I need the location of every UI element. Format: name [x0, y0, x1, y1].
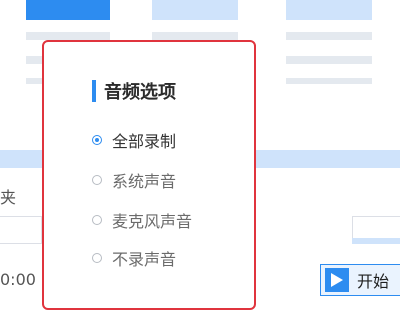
stripe: [286, 56, 372, 64]
option-record-all[interactable]: 全部录制: [92, 128, 176, 152]
audio-options-title: 音频选项: [104, 82, 176, 103]
option-label: 全部录制: [112, 132, 177, 151]
option-microphone-audio[interactable]: 麦克风声音: [92, 208, 192, 232]
start-recording-button[interactable]: 开始: [320, 264, 400, 296]
timer-display: 0:00: [0, 270, 36, 289]
radio-checked-icon[interactable]: [92, 135, 102, 145]
stripe: [26, 32, 110, 40]
option-label: 不录声音: [112, 250, 177, 269]
stripe: [286, 32, 372, 40]
right-field-underline: [352, 238, 400, 244]
option-system-audio[interactable]: 系统声音: [92, 168, 176, 192]
audio-options-popup: 音频选项 全部录制 系统声音 麦克风声音 不录声音: [42, 40, 256, 310]
panel-title: 音频选项: [92, 78, 176, 104]
radio-unchecked-icon[interactable]: [92, 175, 102, 185]
mode-tile-selected[interactable]: [26, 0, 110, 20]
radio-unchecked-icon[interactable]: [92, 215, 102, 225]
mode-tile[interactable]: [152, 0, 238, 20]
title-accent-bar: [92, 80, 96, 102]
mode-tile[interactable]: [286, 0, 372, 20]
play-icon: [325, 268, 349, 292]
stripe: [286, 78, 372, 84]
folder-label-fragment: 夹: [0, 188, 17, 207]
option-label: 系统声音: [112, 172, 177, 191]
radio-unchecked-icon[interactable]: [92, 253, 102, 263]
folder-path-input[interactable]: [0, 216, 42, 244]
option-label: 麦克风声音: [112, 212, 193, 231]
stripe: [152, 32, 238, 40]
start-button-label: 开始: [357, 272, 390, 291]
option-no-audio[interactable]: 不录声音: [92, 246, 176, 270]
